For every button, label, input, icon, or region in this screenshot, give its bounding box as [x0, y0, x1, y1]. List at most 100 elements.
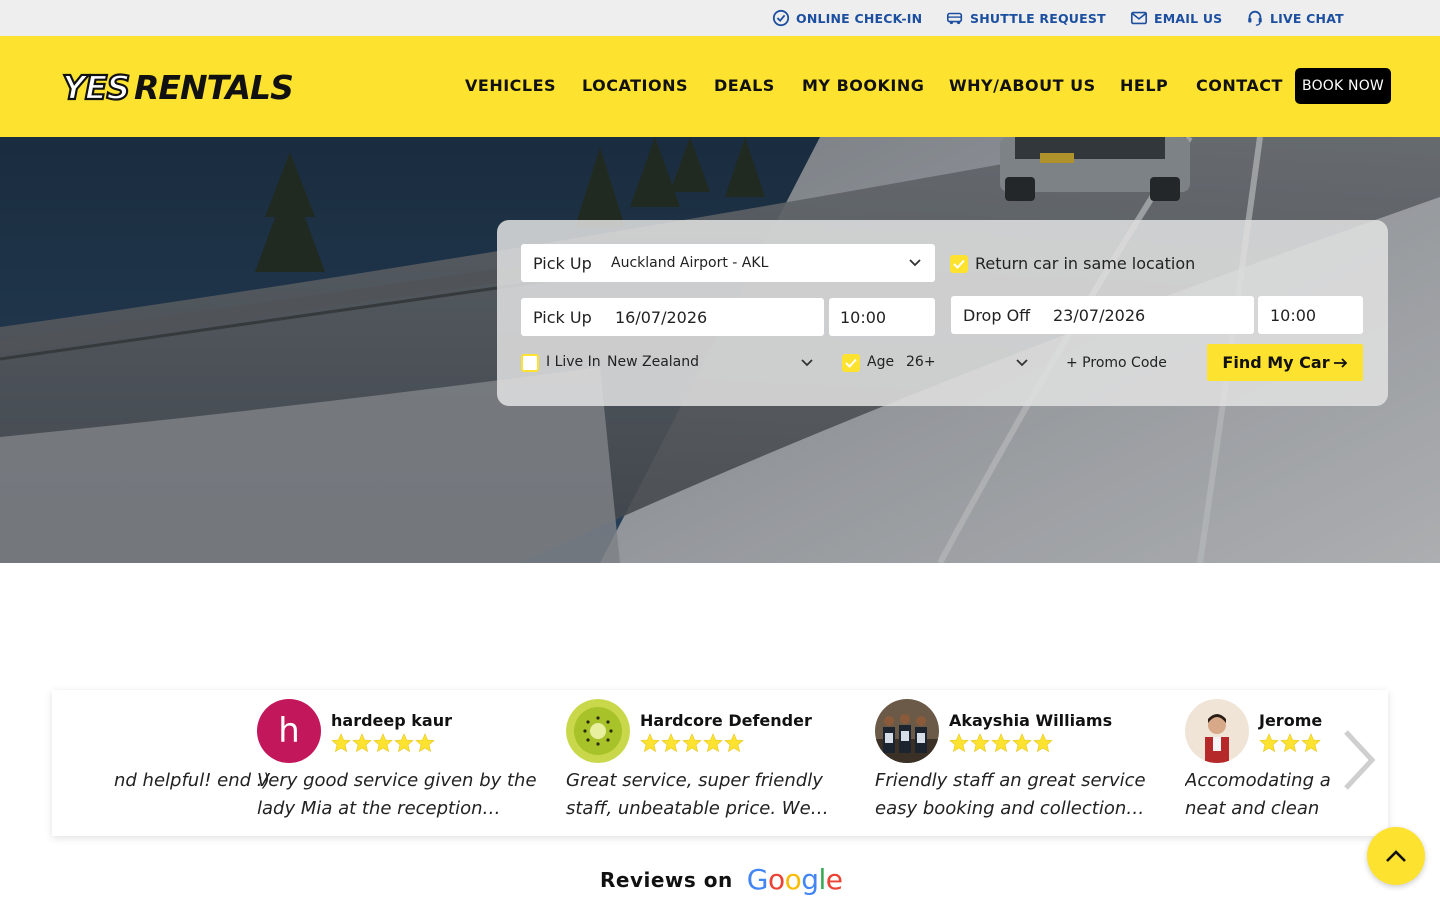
star-rating [640, 733, 744, 753]
shuttle-request-label: SHUTTLE REQUEST [970, 10, 1106, 26]
nav-contact[interactable]: CONTACT [1196, 76, 1283, 95]
live-in-label: I Live In [546, 354, 601, 370]
age-checkbox[interactable] [842, 354, 860, 372]
promo-code-link[interactable]: + Promo Code [1066, 355, 1167, 371]
utility-bar: ONLINE CHECK-IN SHUTTLE REQUEST EMAIL US… [0, 0, 1440, 36]
star-icon [724, 733, 744, 753]
star-icon [1012, 733, 1032, 753]
pickup-date-field[interactable]: Pick Up 16/07/2026 [521, 298, 824, 336]
pickup-date-value: 16/07/2026 [615, 307, 708, 327]
star-rating [949, 733, 1053, 753]
review-card: Hardcore Defender Great service, super f… [566, 690, 866, 836]
review-card: Akayshia Williams Friendly staff an grea… [875, 690, 1175, 836]
star-icon [373, 733, 393, 753]
shuttle-request-link[interactable]: SHUTTLE REQUEST [946, 9, 1106, 27]
email-us-link[interactable]: EMAIL US [1130, 9, 1222, 27]
reviewer-name: Akayshia Williams [949, 711, 1113, 730]
envelope-icon [1130, 11, 1148, 25]
star-rating [331, 733, 435, 753]
pickup-date-label: Pick Up [533, 307, 592, 327]
star-icon [331, 733, 351, 753]
avatar: h [257, 699, 321, 763]
yes-rentals-logo[interactable]: YES RENTALS [60, 66, 300, 106]
nav-my-booking[interactable]: MY BOOKING [802, 76, 924, 95]
dropoff-time-field[interactable]: 10:00 [1258, 296, 1363, 334]
van-icon [946, 12, 963, 25]
nav-why-about-us[interactable]: WHY/ABOUT US [949, 76, 1096, 95]
live-in-country-select[interactable]: New Zealand [607, 354, 699, 370]
checkmark-icon [953, 259, 965, 269]
chevron-down-icon [801, 359, 813, 367]
nav-deals[interactable]: DEALS [714, 76, 775, 95]
star-icon [1280, 733, 1300, 753]
star-icon [1301, 733, 1321, 753]
star-icon [949, 733, 969, 753]
back-to-top-button[interactable] [1367, 827, 1425, 885]
arrow-right-icon [1333, 357, 1347, 368]
star-icon [682, 733, 702, 753]
avatar-initial: h [278, 711, 300, 751]
star-icon [640, 733, 660, 753]
review-text: nd helpful! end :) [114, 770, 270, 791]
star-icon [991, 733, 1011, 753]
pickup-location-select[interactable]: Pick Up Auckland Airport - AKL [521, 244, 935, 282]
check-circle-icon [772, 9, 790, 27]
review-card: h hardeep kaur Very good service given b… [257, 690, 557, 836]
star-icon [394, 733, 414, 753]
star-icon [970, 733, 990, 753]
svg-text:YES: YES [62, 68, 129, 106]
pickup-time-field[interactable]: 10:00 [829, 298, 935, 336]
review-text: Accomodating a neat and clean [1185, 770, 1331, 819]
pickup-location-value: Auckland Airport - AKL [611, 255, 769, 271]
nav-locations[interactable]: LOCATIONS [582, 76, 688, 95]
live-in-checkbox[interactable] [521, 354, 539, 372]
reviews-on-google[interactable]: Reviews on Google [600, 866, 843, 894]
nav-help[interactable]: HELP [1120, 76, 1168, 95]
checkmark-icon [845, 358, 857, 368]
review-text: Friendly staff an great service easy boo… [875, 770, 1146, 819]
google-logo: Google [746, 863, 843, 896]
online-checkin-link[interactable]: ONLINE CHECK-IN [772, 9, 922, 27]
star-icon [661, 733, 681, 753]
main-header: YES RENTALS VEHICLES LOCATIONS DEALS MY … [0, 36, 1440, 137]
reviewer-name: Hardcore Defender [640, 711, 812, 730]
avatar [566, 699, 630, 763]
star-icon [703, 733, 723, 753]
star-rating [1259, 733, 1321, 753]
avatar [1185, 699, 1249, 763]
dropoff-date-value: 23/07/2026 [1053, 305, 1146, 325]
online-checkin-label: ONLINE CHECK-IN [796, 10, 923, 26]
dropoff-date-field[interactable]: Drop Off 23/07/2026 [951, 296, 1254, 334]
carousel-next-arrow[interactable] [1340, 728, 1380, 792]
review-text: Great service, super friendly staff, unb… [566, 770, 829, 819]
find-my-car-button[interactable]: Find My Car [1207, 344, 1363, 381]
reviews-carousel: taiti nd helpful! end :) h hardeep kaur … [52, 690, 1388, 836]
book-now-button[interactable]: BOOK NOW [1295, 68, 1391, 104]
find-my-car-label: Find My Car [1222, 353, 1330, 372]
reviews-on-label: Reviews on [600, 868, 733, 892]
avatar [875, 699, 939, 763]
chevron-up-icon [1386, 850, 1406, 862]
review-text: Very good service given by the lady Mia … [257, 770, 537, 819]
pickup-location-label: Pick Up [533, 253, 592, 273]
return-same-location-checkbox[interactable] [950, 255, 968, 273]
chevron-down-icon [1016, 359, 1028, 367]
return-same-location-label: Return car in same location [975, 254, 1196, 273]
headset-icon [1248, 10, 1262, 26]
chevron-down-icon [909, 259, 921, 267]
nav-vehicles[interactable]: VEHICLES [465, 76, 556, 95]
star-icon [352, 733, 372, 753]
age-label: Age [867, 354, 895, 370]
star-icon [1033, 733, 1053, 753]
email-us-label: EMAIL US [1154, 10, 1223, 26]
reviewer-name: hardeep kaur [331, 711, 452, 730]
dropoff-time-value: 10:00 [1270, 305, 1317, 325]
star-icon [1259, 733, 1279, 753]
pickup-time-value: 10:00 [840, 307, 887, 327]
age-select[interactable]: 26+ [906, 354, 936, 370]
dropoff-date-label: Drop Off [963, 305, 1031, 325]
svg-text:RENTALS: RENTALS [134, 68, 293, 106]
live-chat-link[interactable]: LIVE CHAT [1246, 9, 1344, 27]
reviewer-name: Jerome [1259, 711, 1323, 730]
live-chat-label: LIVE CHAT [1270, 10, 1344, 26]
